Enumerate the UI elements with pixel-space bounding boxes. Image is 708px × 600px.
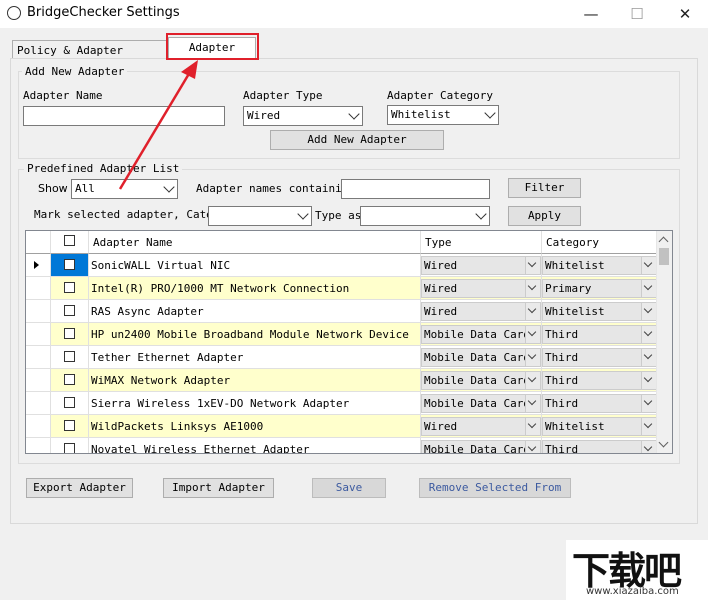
arrow-line: [118, 71, 192, 190]
annotation-arrow: [118, 60, 198, 190]
watermark: 下载吧 www.xiazaiba.com: [566, 540, 708, 600]
watermark-url: www.xiazaiba.com: [586, 586, 679, 597]
arrow-head: [181, 60, 198, 79]
